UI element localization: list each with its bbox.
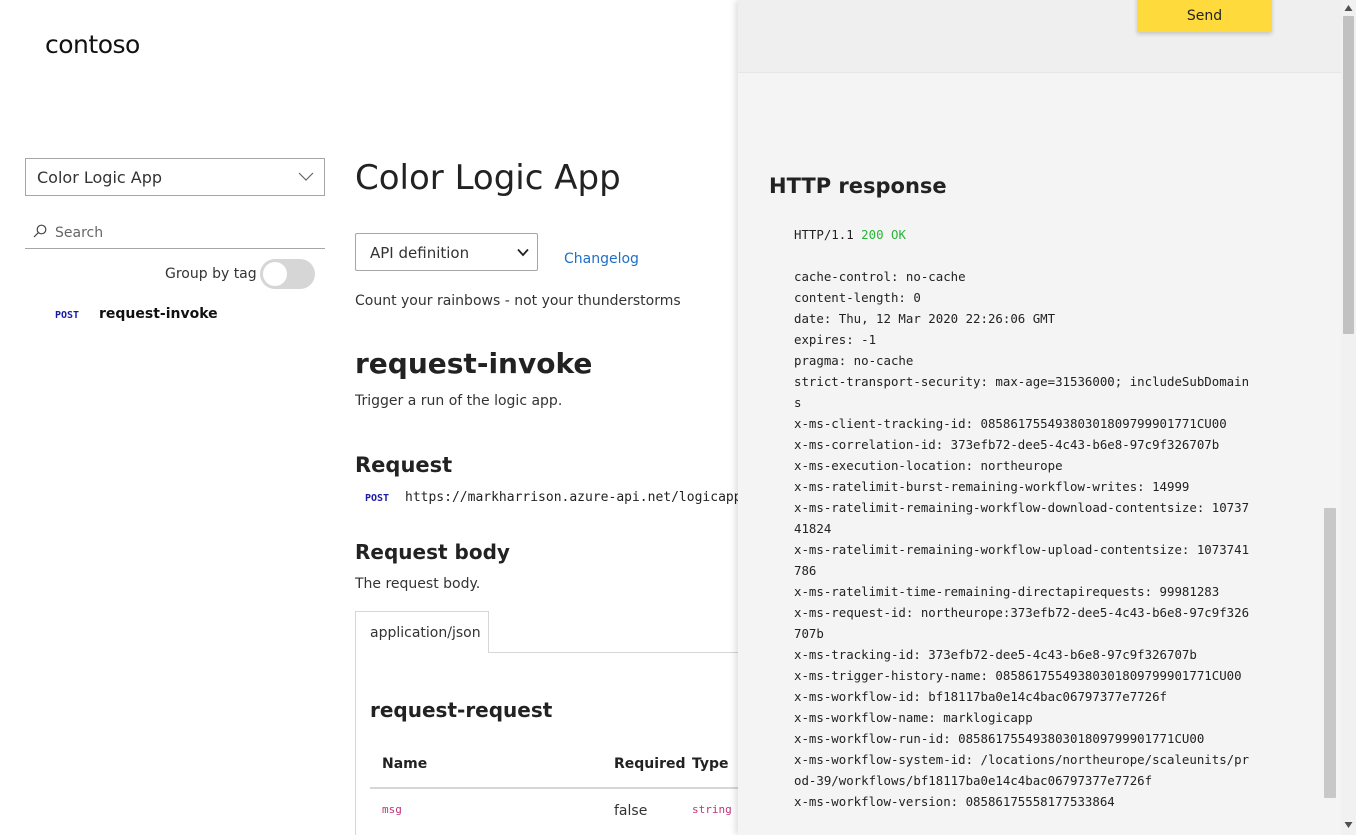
response-header-line: x-ms-trigger-history-name: 0858617554938… — [794, 668, 1242, 683]
toggle-knob — [263, 262, 287, 286]
page-scrollbar-thumb[interactable] — [1343, 16, 1354, 334]
page-title: Color Logic App — [355, 158, 621, 198]
chevron-down-icon — [517, 248, 529, 257]
request-heading: Request — [355, 453, 453, 477]
response-header-line: x-ms-ratelimit-burst-remaining-workflow-… — [794, 479, 1190, 494]
response-header-line: x-ms-execution-location: northeurope — [794, 458, 1063, 473]
api-selector-value: Color Logic App — [37, 168, 163, 187]
response-header-line: 707b — [794, 626, 824, 641]
response-header-line: content-length: 0 — [794, 290, 921, 305]
table-cell-required: false — [614, 803, 648, 819]
test-console-panel: Send HTTP response HTTP/1.1 200 OK cache… — [738, 0, 1341, 835]
operation-method-badge: POST — [55, 310, 80, 321]
response-header-line: strict-transport-security: max-age=31536… — [794, 374, 1250, 389]
group-by-tag-toggle[interactable] — [260, 259, 315, 289]
api-definition-value: API definition — [370, 244, 470, 262]
tab-panel-border — [355, 652, 356, 835]
contoso-logo[interactable]: contoso — [45, 30, 140, 59]
response-header-line: cache-control: no-cache — [794, 269, 966, 284]
request-body-heading: Request body — [355, 540, 510, 564]
response-header-line: x-ms-workflow-run-id: 085861755493803018… — [794, 731, 1205, 746]
response-headers: cache-control: no-cache content-length: 0… — [794, 266, 1269, 812]
response-header-line: expires: -1 — [794, 332, 877, 347]
http-response-body: HTTP/1.1 200 OK cache-control: no-cache c… — [794, 224, 1269, 812]
response-header-line: x-ms-request-id: northeurope:373efb72-de… — [794, 605, 1250, 620]
search-box — [25, 218, 325, 249]
operation-title: request-invoke — [355, 347, 593, 380]
request-url: https://markharrison.azure-api.net/logic… — [405, 490, 738, 505]
response-header-line: x-ms-workflow-id: bf18117ba0e14c4bac0679… — [794, 689, 1167, 704]
search-input[interactable] — [55, 221, 315, 245]
table-header-divider — [370, 787, 738, 789]
response-header-line: x-ms-correlation-id: 373efb72-dee5-4c43-… — [794, 437, 1220, 452]
table-header-name: Name — [382, 756, 428, 772]
operation-description: Trigger a run of the logic app. — [355, 393, 563, 409]
response-header-line: s — [794, 395, 802, 410]
response-header-line: x-ms-workflow-version: 08586175558177533… — [794, 794, 1115, 809]
scroll-up-icon[interactable] — [1344, 4, 1353, 12]
send-button[interactable]: Send — [1137, 0, 1272, 32]
api-description: Count your rainbows - not your thunderst… — [355, 293, 681, 309]
response-header-line: x-ms-client-tracking-id: 085861755493803… — [794, 416, 1227, 431]
request-body-description: The request body. — [355, 576, 481, 592]
http-status: 200 OK — [861, 227, 906, 242]
search-icon — [33, 224, 47, 238]
response-header-line: date: Thu, 12 Mar 2020 22:26:06 GMT — [794, 311, 1056, 326]
sidebar-operation-request-invoke[interactable]: request-invoke — [99, 306, 218, 322]
table-header-type: Type — [692, 756, 729, 772]
response-header-line: x-ms-ratelimit-remaining-workflow-downlo… — [794, 500, 1250, 515]
response-header-line: od-39/workflows/bf18117ba0e14c4bac067973… — [794, 773, 1153, 788]
response-header-line: 786 — [794, 563, 817, 578]
http-protocol: HTTP/1.1 — [794, 227, 854, 242]
request-method-badge: POST — [365, 493, 390, 504]
response-header-line: x-ms-tracking-id: 373efb72-dee5-4c43-b6e… — [794, 647, 1197, 662]
status-line: HTTP/1.1 200 OK — [794, 224, 1269, 245]
table-header-required: Required — [614, 756, 686, 772]
page-scrollbar[interactable] — [1341, 0, 1356, 835]
response-header-line: x-ms-workflow-name: marklogicapp — [794, 710, 1033, 725]
http-response-heading: HTTP response — [769, 174, 947, 198]
scroll-down-icon[interactable] — [1344, 821, 1353, 829]
schema-heading: request-request — [370, 698, 553, 722]
api-selector-dropdown[interactable]: Color Logic App — [25, 158, 325, 196]
response-header-line: x-ms-workflow-system-id: /locations/nort… — [794, 752, 1250, 767]
table-cell-type: string — [692, 803, 732, 816]
response-header-line: x-ms-ratelimit-time-remaining-directapir… — [794, 584, 1220, 599]
group-by-tag-label: Group by tag — [165, 266, 257, 282]
response-header-line: pragma: no-cache — [794, 353, 914, 368]
tab-application-json[interactable]: application/json — [355, 611, 489, 653]
send-button-label: Send — [1186, 8, 1223, 24]
changelog-link[interactable]: Changelog — [564, 251, 639, 267]
tab-label: application/json — [370, 625, 481, 641]
response-header-line: 41824 — [794, 521, 832, 536]
response-gap — [794, 245, 1269, 266]
api-definition-select[interactable]: API definition — [355, 233, 538, 271]
table-cell-name: msg — [382, 803, 402, 816]
response-header-line: x-ms-ratelimit-remaining-workflow-upload… — [794, 542, 1250, 557]
chevron-down-icon — [298, 172, 314, 181]
console-scrollbar-thumb[interactable] — [1324, 508, 1336, 798]
